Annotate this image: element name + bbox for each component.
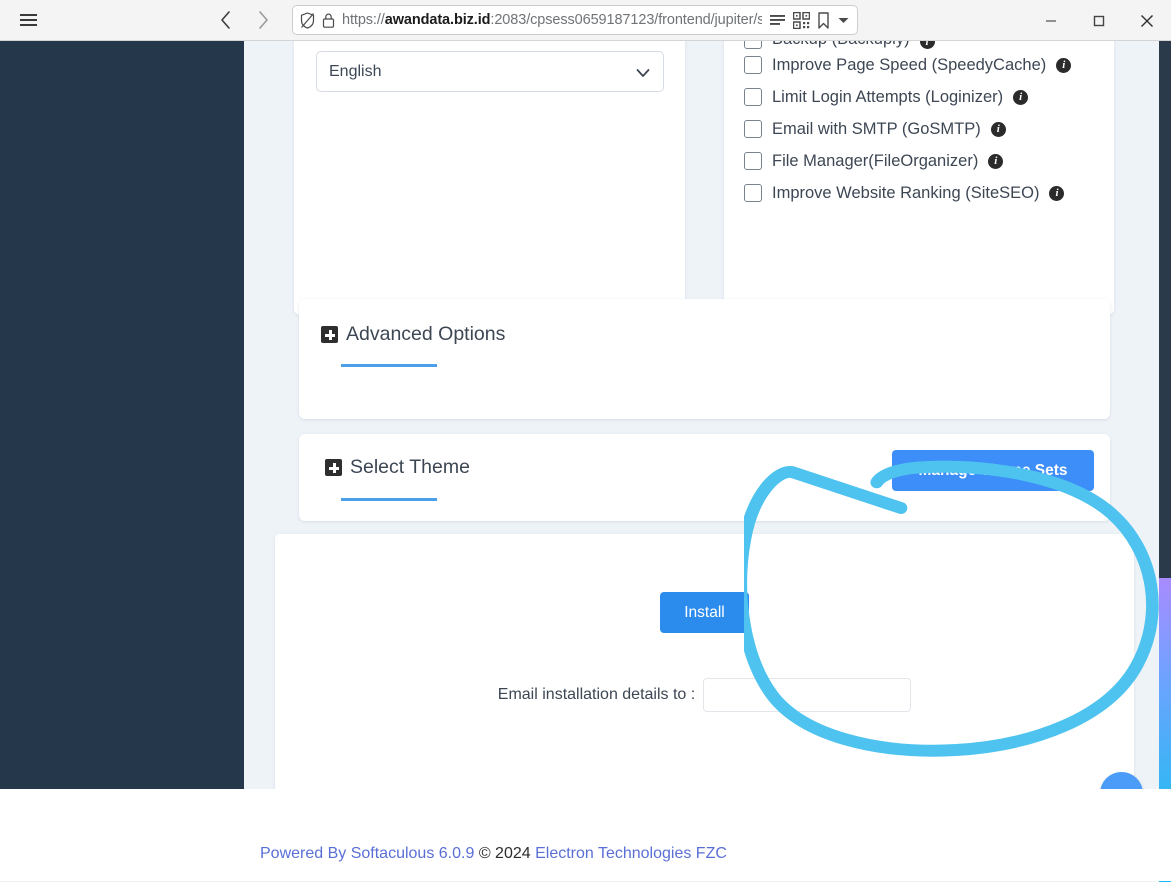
feature-checkbox[interactable]: [744, 56, 762, 74]
advanced-options-header[interactable]: Advanced Options: [321, 323, 505, 346]
feature-checkbox[interactable]: [744, 184, 762, 202]
window-controls: [1027, 0, 1171, 41]
page-footer: Powered By Softaculous 6.0.9 © 2024 Elec…: [0, 789, 1171, 881]
back-arrow-glyph: [220, 11, 230, 29]
page-viewport: Select Language English Backup (Backuply…: [0, 41, 1171, 882]
reader-mode-icon[interactable]: [769, 12, 786, 28]
info-icon[interactable]: i: [919, 41, 935, 49]
lock-icon[interactable]: [322, 12, 335, 29]
company-link[interactable]: Electron Technologies FZC: [535, 845, 727, 862]
list-item[interactable]: Email with SMTP (GoSMTP) i: [744, 113, 1106, 145]
advanced-options-card: Advanced Options: [299, 299, 1110, 419]
feature-checkbox[interactable]: [744, 88, 762, 106]
email-install-label: Email installation details to :: [497, 686, 696, 703]
features-list: Backup (Backuply) i Improve Page Speed (…: [744, 41, 1106, 209]
softaculous-link[interactable]: Powered By Softaculous 6.0.9: [260, 845, 474, 862]
main-content: Select Language English Backup (Backuply…: [244, 41, 1171, 882]
section-title: Select Theme: [350, 456, 470, 478]
section-underline: [341, 498, 437, 501]
maximize-glyph: [1093, 15, 1105, 26]
feature-checkbox[interactable]: [744, 41, 762, 49]
chevron-right-icon[interactable]: [246, 3, 280, 37]
list-item[interactable]: File Manager(FileOrganizer) i: [744, 145, 1106, 177]
info-icon[interactable]: i: [990, 121, 1006, 137]
footer-credit: Powered By Softaculous 6.0.9 © 2024 Elec…: [260, 845, 727, 863]
close-glyph: [1140, 14, 1154, 27]
manage-theme-sets-button[interactable]: Manage Theme Sets: [892, 450, 1094, 491]
feature-label: Improve Website Ranking (SiteSEO): [772, 183, 1040, 202]
features-card: Backup (Backuply) i Improve Page Speed (…: [724, 41, 1114, 315]
url-bar[interactable]: https://awandata.biz.id:2083/cpsess06591…: [292, 5, 858, 35]
browser-toolbar: https://awandata.biz.id:2083/cpsess06591…: [0, 0, 1171, 41]
feature-label: Email with SMTP (GoSMTP): [772, 119, 981, 138]
language-card: Select Language English: [294, 41, 685, 315]
minimize-icon[interactable]: [1027, 1, 1075, 41]
email-install-row: Email installation details to :: [275, 678, 1134, 712]
hamburger-icon[interactable]: [8, 0, 48, 40]
plus-box-icon[interactable]: [325, 459, 342, 476]
bookmark-icon[interactable]: [817, 11, 830, 29]
info-icon[interactable]: i: [1013, 89, 1029, 105]
qr-glyph: [793, 11, 810, 29]
list-item[interactable]: Improve Page Speed (SpeedyCache) i: [744, 49, 1106, 81]
chevron-down-glyph: [838, 18, 849, 23]
info-icon[interactable]: i: [988, 153, 1004, 169]
lock-glyph: [322, 13, 335, 28]
section-title: Advanced Options: [346, 323, 506, 345]
info-icon[interactable]: i: [1049, 185, 1065, 201]
shield-off-icon[interactable]: [300, 11, 315, 29]
url-text[interactable]: https://awandata.biz.id:2083/cpsess06591…: [342, 12, 762, 28]
close-icon[interactable]: [1123, 1, 1171, 41]
footer-copyright: © 2024: [478, 845, 531, 862]
install-card: Install Email installation details to :: [275, 534, 1134, 802]
feature-label: Improve Page Speed (SpeedyCache): [772, 55, 1047, 74]
chevron-left-icon[interactable]: [208, 3, 242, 37]
list-item[interactable]: Improve Website Ranking (SiteSEO) i: [744, 177, 1106, 209]
minimize-glyph: [1046, 19, 1056, 22]
feature-checkbox[interactable]: [744, 120, 762, 138]
reader-glyph: [770, 15, 785, 25]
feature-label: Backup (Backuply): [772, 41, 910, 49]
bookmark-glyph: [818, 11, 829, 29]
forward-arrow-glyph: [258, 11, 268, 29]
install-button[interactable]: Install: [660, 592, 749, 633]
info-icon[interactable]: i: [1056, 57, 1072, 73]
qr-code-icon[interactable]: [793, 11, 810, 29]
chevron-down-icon[interactable]: [837, 15, 850, 25]
hamburger-bars: [19, 11, 37, 29]
shield-glyph: [300, 11, 315, 29]
section-underline: [341, 364, 437, 367]
list-item[interactable]: Limit Login Attempts (Loginizer) i: [744, 81, 1106, 113]
feature-label: Limit Login Attempts (Loginizer): [772, 87, 1004, 106]
language-select[interactable]: English: [316, 51, 664, 92]
feature-checkbox[interactable]: [744, 152, 762, 170]
select-theme-header[interactable]: Select Theme: [325, 456, 470, 479]
select-theme-card: Select Theme Manage Theme Sets: [299, 434, 1110, 521]
left-sidebar: [0, 41, 244, 830]
list-item[interactable]: Backup (Backuply) i: [744, 41, 1106, 49]
maximize-icon[interactable]: [1075, 1, 1123, 41]
email-input[interactable]: [703, 678, 912, 712]
feature-label: File Manager(FileOrganizer): [772, 151, 979, 170]
page-scrollbar-track[interactable]: [1159, 41, 1171, 882]
plus-box-icon[interactable]: [321, 326, 338, 343]
